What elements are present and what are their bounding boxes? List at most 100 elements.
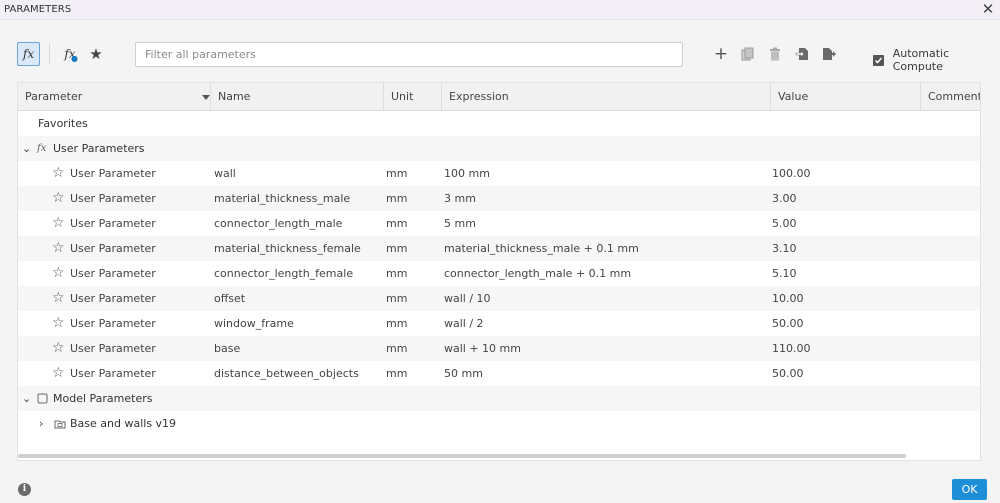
parameter-expression-cell[interactable]: wall / 10: [444, 286, 491, 311]
favorite-star-icon[interactable]: ☆: [52, 336, 65, 360]
favorites-filter-button[interactable]: ★: [86, 43, 106, 65]
column-header-parameter[interactable]: Parameter: [18, 83, 211, 111]
info-icon[interactable]: i: [18, 483, 31, 496]
user-parameters-filter-button[interactable]: fx ●: [60, 43, 80, 65]
table-header: Parameter Name Unit Expression Value Com…: [18, 83, 980, 111]
favorite-star-icon[interactable]: ☆: [52, 236, 65, 260]
column-header-unit[interactable]: Unit: [384, 83, 442, 111]
parameter-unit-cell[interactable]: mm: [386, 286, 407, 311]
component-icon: [54, 418, 66, 429]
parameter-unit-cell[interactable]: mm: [386, 211, 407, 236]
favorites-group-row[interactable]: Favorites: [18, 111, 980, 136]
copy-parameter-button[interactable]: [739, 44, 757, 64]
import-icon: [795, 48, 808, 60]
table-row[interactable]: ☆ User Parameter material_thickness_female…: [18, 236, 980, 261]
parameter-type-cell: User Parameter: [70, 317, 156, 330]
trash-icon: [770, 47, 780, 61]
parameter-value-cell: 110.00: [772, 342, 811, 355]
parameter-name-cell[interactable]: wall: [214, 161, 236, 186]
favorite-star-icon[interactable]: ☆: [52, 361, 65, 385]
parameter-name-cell[interactable]: distance_between_objects: [214, 361, 359, 386]
parameter-type-cell: User Parameter: [70, 267, 156, 280]
export-icon: [823, 48, 836, 60]
favorite-star-icon[interactable]: ☆: [52, 186, 65, 210]
toolbar-divider: [49, 44, 50, 64]
automatic-compute-label: Automatic Compute: [892, 47, 950, 73]
favorite-star-icon[interactable]: ☆: [52, 161, 65, 185]
parameter-expression-cell[interactable]: 5 mm: [444, 211, 476, 236]
add-parameter-button[interactable]: +: [712, 44, 730, 64]
copy-icon: [741, 47, 754, 61]
model-child-label: Base and walls v19: [70, 417, 177, 430]
table-row[interactable]: ☆ User Parameter connector_length_female mm…: [18, 261, 980, 286]
fx-icon: fx: [37, 143, 47, 154]
table-row[interactable]: ☆ User Parameter connector_length_male mm 5 …: [18, 211, 980, 236]
chevron-down-icon[interactable]: ⌄: [22, 386, 31, 411]
filter-input[interactable]: [135, 42, 683, 67]
star-icon: ★: [89, 45, 103, 63]
parameter-unit-cell[interactable]: mm: [386, 186, 407, 211]
parameter-unit-cell[interactable]: mm: [386, 261, 407, 286]
user-parameters-label: User Parameters: [53, 142, 145, 155]
table-row[interactable]: ☆ User Parameter distance_between_objects m…: [18, 361, 980, 386]
parameter-name-cell[interactable]: material_thickness_male: [214, 186, 350, 211]
column-header-value[interactable]: Value: [771, 83, 921, 111]
parameter-type-cell: User Parameter: [70, 292, 156, 305]
table-row[interactable]: ☆ User Parameter offset mm wall / 10 10.00: [18, 286, 980, 311]
export-button[interactable]: [820, 44, 838, 64]
table-row[interactable]: ☆ User Parameter material_thickness_male mm…: [18, 186, 980, 211]
parameter-expression-cell[interactable]: material_thickness_male + 0.1 mm: [444, 236, 639, 261]
user-badge-icon: ●: [71, 54, 78, 63]
chevron-right-icon[interactable]: ›: [39, 411, 43, 436]
parameter-expression-cell[interactable]: 50 mm: [444, 361, 483, 386]
favorite-star-icon[interactable]: ☆: [52, 261, 65, 285]
chevron-down-icon[interactable]: ⌄: [22, 136, 31, 161]
parameters-table: Parameter Name Unit Expression Value Com…: [17, 82, 981, 461]
parameter-unit-cell[interactable]: mm: [386, 336, 407, 361]
sort-dropdown-icon[interactable]: [202, 95, 210, 100]
parameter-expression-cell[interactable]: 3 mm: [444, 186, 476, 211]
horizontal-scrollbar[interactable]: [18, 454, 906, 458]
parameter-expression-cell[interactable]: 100 mm: [444, 161, 490, 186]
favorite-star-icon[interactable]: ☆: [52, 311, 65, 335]
favorite-star-icon[interactable]: ☆: [52, 286, 65, 310]
parameter-unit-cell[interactable]: mm: [386, 311, 407, 336]
all-parameters-fx-button[interactable]: fx: [17, 42, 40, 66]
parameter-name-cell[interactable]: base: [214, 336, 240, 361]
favorite-star-icon[interactable]: ☆: [52, 211, 65, 235]
close-icon[interactable]: ✕: [980, 1, 996, 17]
parameter-name-cell[interactable]: connector_length_female: [214, 261, 353, 286]
favorites-label: Favorites: [38, 117, 88, 130]
toolbar: fx fx ● ★ + Automatic Compute: [0, 20, 1000, 82]
parameter-name-cell[interactable]: connector_length_male: [214, 211, 342, 236]
fx-icon: fx: [22, 47, 35, 61]
parameter-value-cell: 5.10: [772, 267, 797, 280]
model-parameters-group-row[interactable]: ⌄ Model Parameters: [18, 386, 980, 411]
column-header-expression[interactable]: Expression: [442, 83, 771, 111]
parameter-unit-cell[interactable]: mm: [386, 236, 407, 261]
table-row[interactable]: ☆ User Parameter wall mm 100 mm 100.00: [18, 161, 980, 186]
import-button[interactable]: [793, 44, 811, 64]
user-parameters-group-row[interactable]: ⌄ fx User Parameters: [18, 136, 980, 161]
plus-icon: +: [713, 44, 729, 64]
parameter-unit-cell[interactable]: mm: [386, 161, 407, 186]
checkbox-checked-icon[interactable]: [873, 54, 884, 66]
parameter-name-cell[interactable]: offset: [214, 286, 245, 311]
model-parameters-label: Model Parameters: [53, 392, 153, 405]
parameter-type-cell: User Parameter: [70, 192, 156, 205]
parameter-expression-cell[interactable]: connector_length_male + 0.1 mm: [444, 261, 631, 286]
parameter-name-cell[interactable]: window_frame: [214, 311, 294, 336]
delete-parameter-button[interactable]: [766, 44, 784, 64]
ok-button[interactable]: OK: [952, 479, 987, 500]
model-child-row[interactable]: › Base and walls v19: [18, 411, 980, 436]
parameter-type-cell: User Parameter: [70, 217, 156, 230]
column-header-name[interactable]: Name: [211, 83, 384, 111]
parameter-expression-cell[interactable]: wall / 2: [444, 311, 484, 336]
table-row[interactable]: ☆ User Parameter base mm wall + 10 mm 110.00: [18, 336, 980, 361]
table-row[interactable]: ☆ User Parameter window_frame mm wall / 2 50.…: [18, 311, 980, 336]
parameter-name-cell[interactable]: material_thickness_female: [214, 236, 361, 261]
parameter-expression-cell[interactable]: wall + 10 mm: [444, 336, 521, 361]
column-header-comments[interactable]: Comments: [921, 83, 980, 111]
parameter-unit-cell[interactable]: mm: [386, 361, 407, 386]
automatic-compute-toggle[interactable]: Automatic Compute: [873, 47, 1000, 73]
